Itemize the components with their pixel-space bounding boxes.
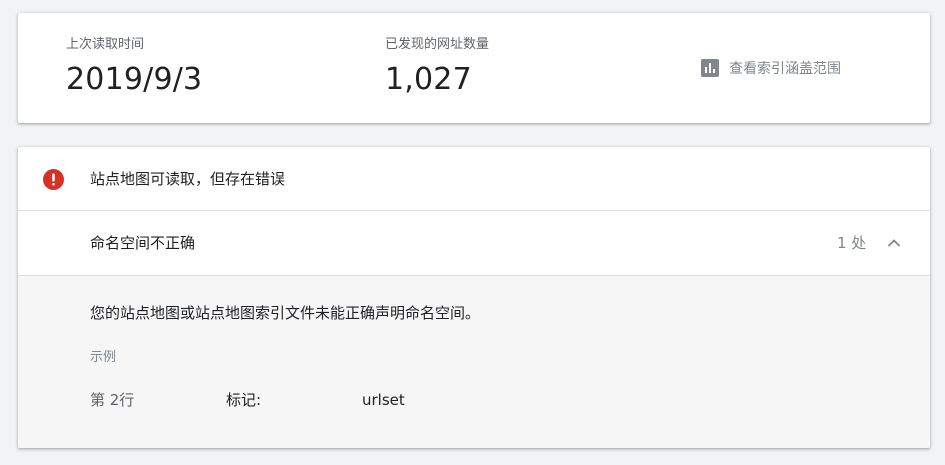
last-read-value: 2019/9/3 [66,62,203,97]
last-read-label: 上次读取时间 [66,37,145,52]
issue-description: 您的站点地图或站点地图索引文件未能正确声明命名空间。 [90,304,481,322]
example-tag-label: 标记: [226,391,262,409]
issue-details: 您的站点地图或站点地图索引文件未能正确声明命名空间。 示例 第 2行 标记: u… [18,276,930,448]
error-summary-title: 站点地图可读取，但存在错误 [90,170,286,188]
issue-count: 1 处 [837,234,867,252]
error-icon [43,169,64,190]
last-read-stat: 上次读取时间 2019/9/3 [66,37,202,98]
view-index-coverage-label: 查看索引涵盖范围 [729,61,841,77]
discovered-urls-stat: 已发现的网址数量 1,027 [385,37,489,98]
discovered-urls-label: 已发现的网址数量 [385,37,490,52]
discovered-urls-value: 1,027 [385,62,472,97]
example-line-number: 第 2行 [90,391,135,409]
view-index-coverage-link[interactable]: 查看索引涵盖范围 [701,58,841,78]
example-tag-value: urlset [362,391,405,409]
issue-row-namespace[interactable]: 命名空间不正确 1 处 [18,211,930,276]
chevron-up-icon[interactable] [884,233,904,253]
sitemap-error-card: 站点地图可读取，但存在错误 命名空间不正确 1 处 您的站点地图或站点地图索引文… [18,147,930,448]
sitemap-stats-card: 上次读取时间 2019/9/3 已发现的网址数量 1,027 查看索引涵盖范围 [18,13,930,123]
issue-title: 命名空间不正确 [90,234,196,252]
example-label: 示例 [90,350,117,365]
bar-chart-icon [701,59,719,77]
error-summary-header: 站点地图可读取，但存在错误 [18,147,930,211]
